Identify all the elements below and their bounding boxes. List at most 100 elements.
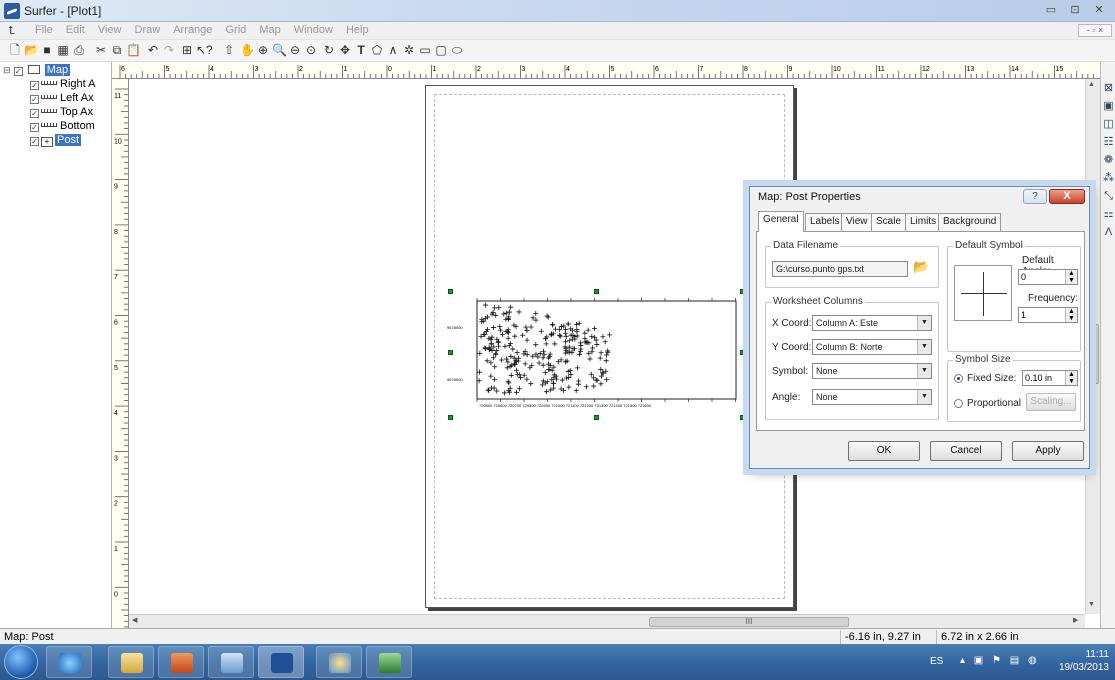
- taskbar-surfer[interactable]: [258, 646, 304, 678]
- minimize-button[interactable]: ▭: [1040, 3, 1062, 19]
- base-map-icon[interactable]: ◫: [1102, 118, 1115, 131]
- menu-map[interactable]: Map: [254, 22, 285, 38]
- y-coord-select[interactable]: Column B: Norte ▼: [812, 339, 932, 355]
- menu-view[interactable]: View: [93, 22, 127, 38]
- scaling-button[interactable]: Scaling...: [1026, 393, 1076, 411]
- polyline-icon[interactable]: ∧: [386, 43, 400, 57]
- selection-handle[interactable]: [740, 415, 745, 420]
- chevron-down-icon[interactable]: ▼: [917, 340, 931, 354]
- fixed-size-spinner[interactable]: 0.10 in ▲ ▼: [1022, 370, 1078, 386]
- spinner-arrows-icon[interactable]: ▲ ▼: [1065, 270, 1077, 284]
- scroll-right-icon[interactable]: ▶: [1073, 616, 1078, 624]
- collapse-icon[interactable]: ⊟: [3, 65, 11, 75]
- image-icon[interactable]: ❁: [1102, 154, 1115, 167]
- proportional-radio[interactable]: [954, 399, 963, 408]
- surfer-app-icon[interactable]: [4, 3, 20, 19]
- spinner-arrows-icon[interactable]: ▲ ▼: [1065, 371, 1077, 385]
- selection-handle[interactable]: [740, 289, 745, 294]
- scroll-up-icon[interactable]: ▲: [1088, 81, 1095, 88]
- checkbox[interactable]: ✓: [30, 81, 39, 90]
- dialog-close-button[interactable]: X: [1049, 189, 1085, 204]
- menu-grid[interactable]: Grid: [220, 22, 251, 38]
- open-folder-icon[interactable]: 📂: [24, 43, 39, 57]
- map-tool-icon[interactable]: ⊠: [1102, 82, 1115, 95]
- clock[interactable]: 11:11 19/03/2013: [1059, 648, 1109, 674]
- arrow-icon[interactable]: ⇧: [222, 43, 236, 57]
- x-coord-select[interactable]: Column A: Este ▼: [812, 315, 932, 331]
- open-folder-icon[interactable]: 📂: [913, 259, 931, 277]
- save-icon[interactable]: ■: [40, 43, 54, 57]
- symbol-select[interactable]: None ▼: [812, 363, 932, 379]
- ellipse-icon[interactable]: ⬭: [450, 43, 464, 57]
- paste-icon[interactable]: 📋: [126, 43, 141, 57]
- maximize-button[interactable]: ⊡: [1064, 3, 1086, 19]
- selection-handle[interactable]: [448, 415, 453, 420]
- scroll-left-icon[interactable]: ◀: [132, 616, 137, 624]
- taskbar-notepad[interactable]: [208, 646, 254, 678]
- checkbox[interactable]: ✓: [30, 95, 39, 104]
- tab-labels[interactable]: Labels: [805, 213, 845, 231]
- fixed-size-radio[interactable]: [954, 374, 963, 383]
- wireframe-icon[interactable]: Λ: [1102, 226, 1115, 239]
- post-tool-icon[interactable]: ☷: [1102, 136, 1115, 149]
- angle-select[interactable]: None ▼: [812, 389, 932, 405]
- polygon-icon[interactable]: ⬠: [370, 43, 384, 57]
- frequency-spinner[interactable]: 1 ▲ ▼: [1018, 307, 1078, 323]
- new-doc-icon[interactable]: 🗋: [8, 43, 22, 57]
- classed-post-icon[interactable]: ⚏: [1102, 208, 1115, 221]
- tab-limits[interactable]: Limits: [905, 213, 942, 231]
- menu-edit[interactable]: Edit: [61, 22, 90, 38]
- undo-icon[interactable]: ↶: [146, 43, 160, 57]
- move-icon[interactable]: ✥: [338, 43, 352, 57]
- symbol-icon[interactable]: ✲: [402, 43, 416, 57]
- redo-icon[interactable]: ↷: [162, 43, 176, 57]
- selection-handle[interactable]: [448, 289, 453, 294]
- tray-icons[interactable]: ▴ ▣ ⚑ ▤ ◍: [960, 655, 1040, 666]
- tab-view[interactable]: View: [841, 213, 873, 231]
- selection-handle[interactable]: [594, 289, 599, 294]
- taskbar-file-explorer[interactable]: [108, 646, 154, 678]
- scroll-down-icon[interactable]: ▼: [1088, 601, 1095, 608]
- vector-icon[interactable]: ⁂: [1102, 172, 1115, 185]
- close-button[interactable]: ✕: [1088, 3, 1110, 19]
- apply-button[interactable]: Apply: [1012, 441, 1084, 461]
- rotate-icon[interactable]: ↻: [322, 43, 336, 57]
- cancel-button[interactable]: Cancel: [930, 441, 1002, 461]
- spinner-arrows-icon[interactable]: ▲ ▼: [1065, 308, 1077, 322]
- horizontal-scrollbar[interactable]: ◀ III ▶: [129, 614, 1085, 628]
- selection-handle[interactable]: [594, 415, 599, 420]
- shaded-relief-icon[interactable]: ⤡: [1102, 190, 1115, 203]
- taskbar-excel[interactable]: [366, 646, 412, 678]
- print-icon[interactable]: ⎙: [72, 43, 86, 57]
- help-pointer-icon[interactable]: ↖?: [196, 43, 213, 57]
- help-button[interactable]: ?: [1023, 189, 1047, 204]
- menu-file[interactable]: File: [30, 22, 58, 38]
- doc-menu-icon[interactable]: ⮤: [8, 25, 22, 37]
- selection-handle[interactable]: [740, 350, 745, 355]
- worksheet-icon[interactable]: ▦: [56, 43, 70, 57]
- menu-help[interactable]: Help: [341, 22, 374, 38]
- ok-button[interactable]: OK: [848, 441, 920, 461]
- symbol-preview[interactable]: [954, 265, 1012, 321]
- tree-item-post[interactable]: ✓ + Post: [30, 132, 82, 148]
- taskbar-office[interactable]: [158, 646, 204, 678]
- contour-icon[interactable]: ▣: [1102, 100, 1115, 113]
- select-all-icon[interactable]: ⊞: [180, 43, 194, 57]
- rounded-rect-icon[interactable]: ▢: [434, 43, 448, 57]
- menu-arrange[interactable]: Arrange: [168, 22, 217, 38]
- checkbox[interactable]: ✓: [30, 137, 39, 146]
- tab-scale[interactable]: Scale: [871, 213, 907, 231]
- checkbox[interactable]: ✓: [30, 123, 39, 132]
- cut-icon[interactable]: ✂: [94, 43, 108, 57]
- chevron-down-icon[interactable]: ▼: [917, 316, 931, 330]
- hand-icon[interactable]: ✋: [240, 43, 255, 57]
- rectangle-icon[interactable]: ▭: [418, 43, 432, 57]
- tab-background[interactable]: Background: [938, 213, 1002, 231]
- zoom-in-icon[interactable]: ⊕: [256, 43, 270, 57]
- chevron-down-icon[interactable]: ▼: [917, 390, 931, 404]
- checkbox[interactable]: ✓: [13, 67, 23, 76]
- language-indicator[interactable]: ES: [930, 656, 943, 667]
- checkbox[interactable]: ✓: [30, 109, 39, 118]
- default-angle-spinner[interactable]: 0 ▲ ▼: [1018, 269, 1078, 285]
- tab-general[interactable]: General: [758, 211, 804, 232]
